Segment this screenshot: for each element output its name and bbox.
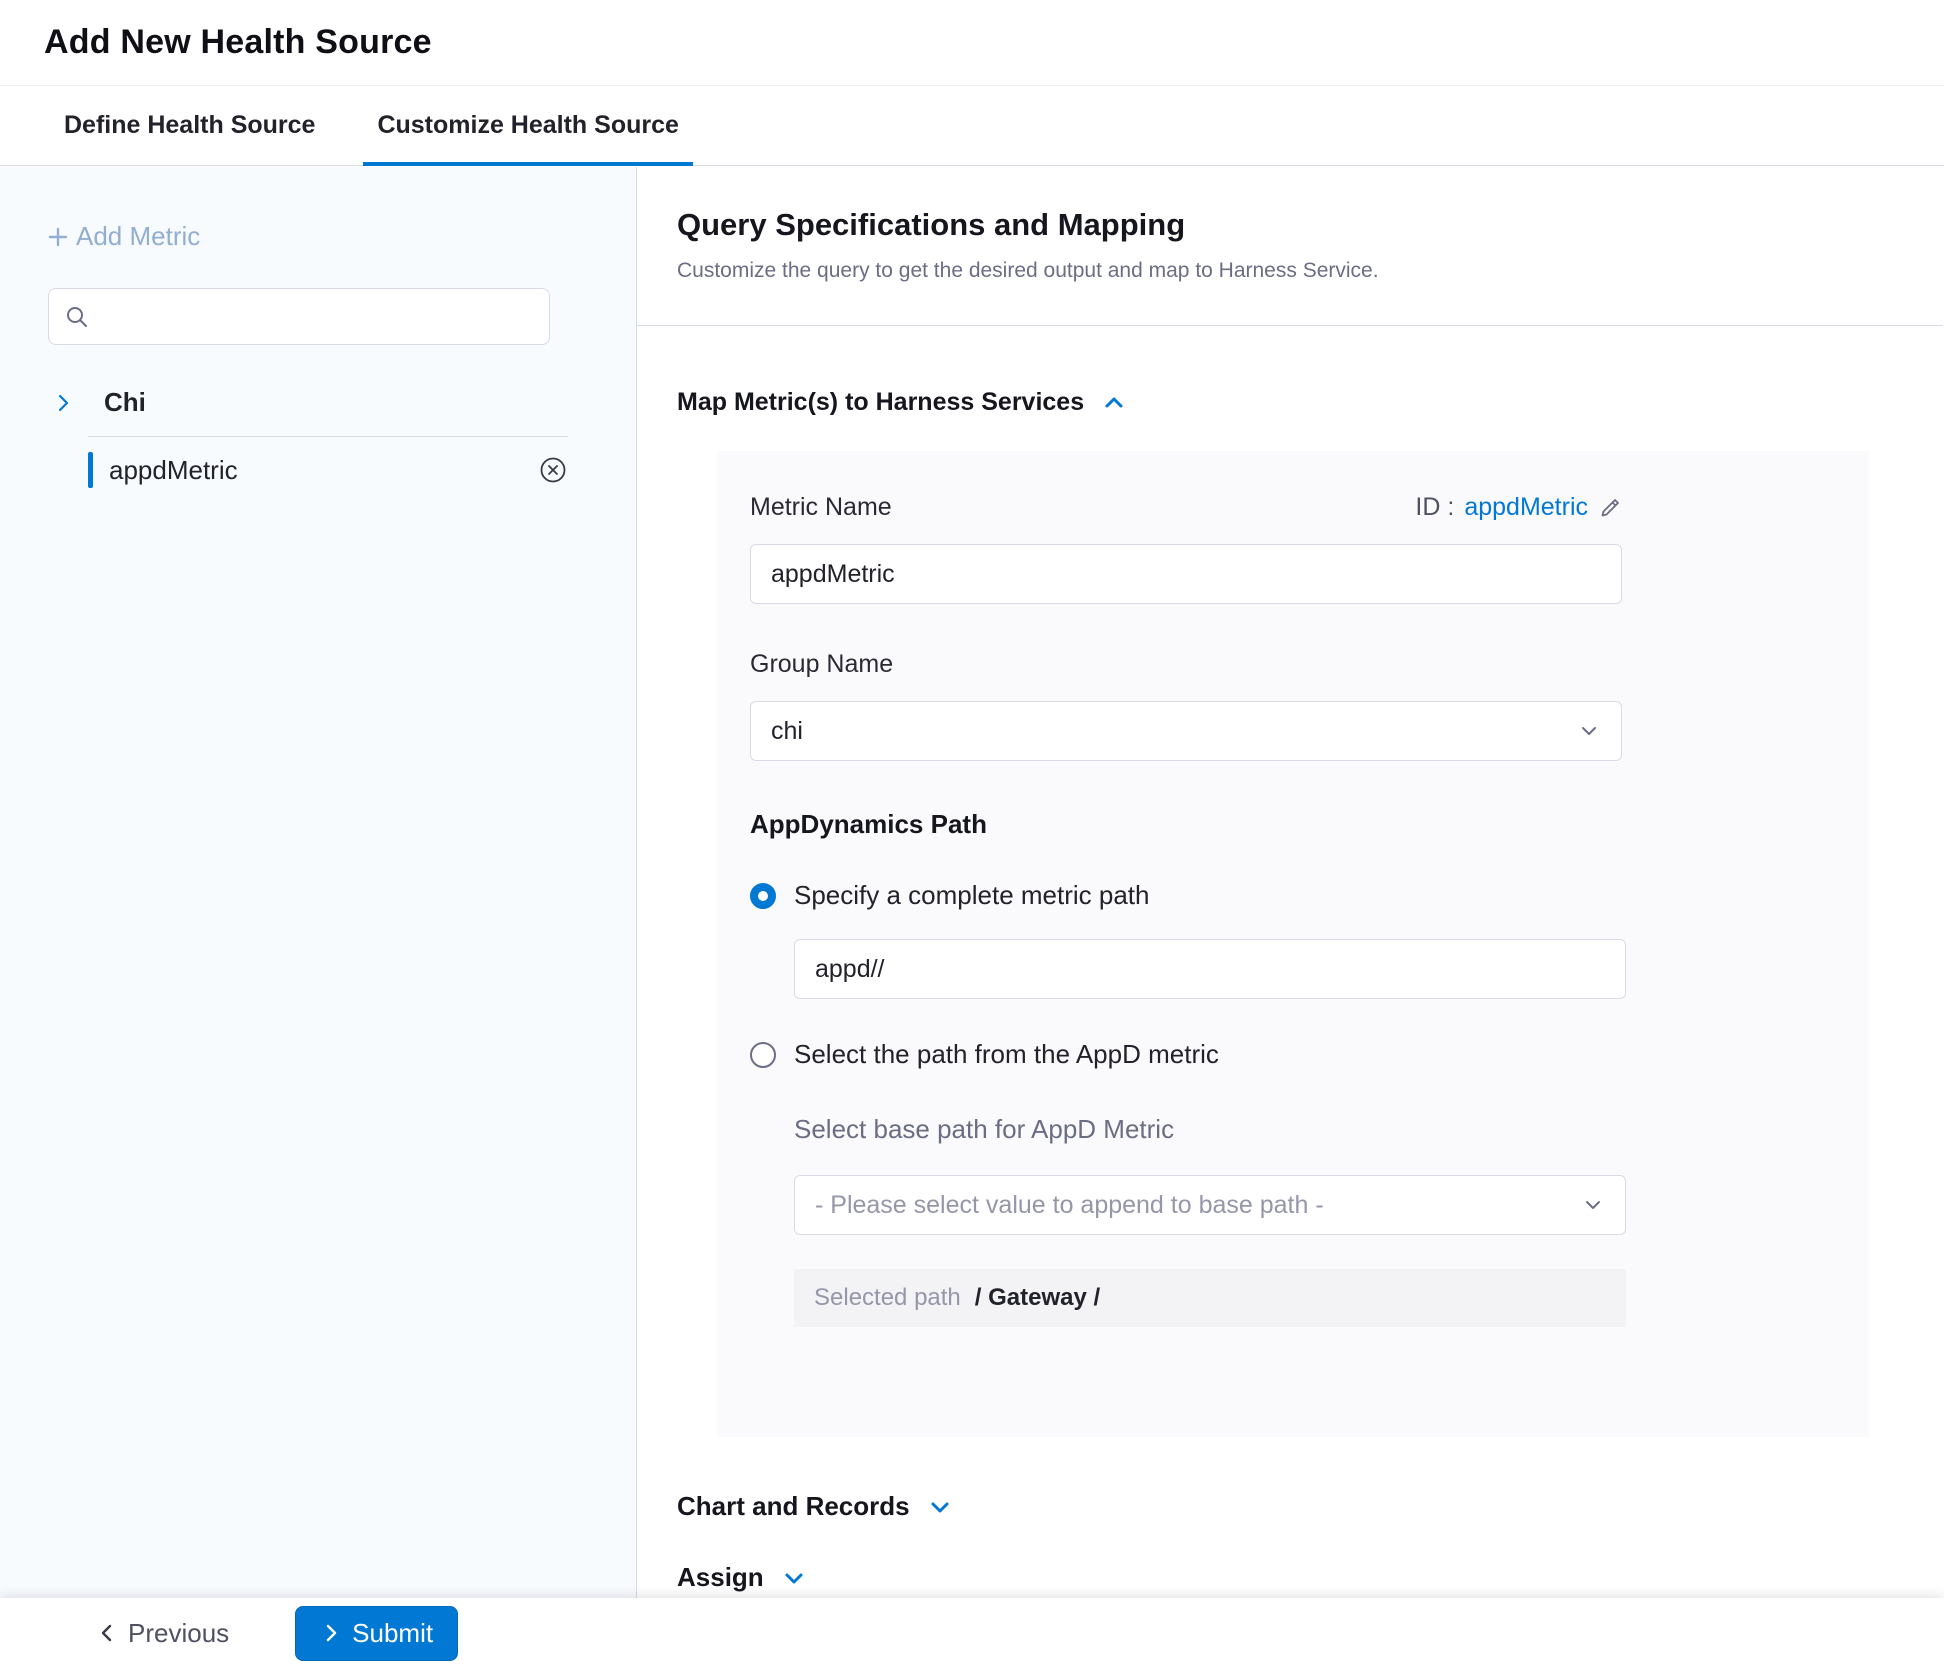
metric-name-row: Metric Name ID : appdMetric xyxy=(750,493,1622,522)
active-indicator xyxy=(88,452,93,488)
assign-toggle[interactable]: Assign xyxy=(677,1562,1944,1593)
previous-button-label: Previous xyxy=(128,1618,229,1649)
chevron-down-icon xyxy=(1581,1193,1605,1217)
chevron-down-icon xyxy=(928,1495,952,1519)
tab-bar: Define Health Source Customize Health So… xyxy=(0,86,1944,166)
metric-id-value[interactable]: appdMetric xyxy=(1464,493,1588,522)
submit-button[interactable]: Submit xyxy=(295,1606,458,1661)
group-name-label: Group Name xyxy=(750,650,1869,679)
metric-name-input[interactable] xyxy=(750,544,1622,604)
chevron-down-icon xyxy=(782,1566,806,1590)
metric-item-appdmetric[interactable]: appdMetric xyxy=(88,437,568,503)
chart-and-records-title: Chart and Records xyxy=(677,1491,910,1522)
selected-path-bar: Selected path / Gateway / xyxy=(794,1269,1626,1327)
group-name-value: chi xyxy=(771,717,803,746)
selected-path-value: / Gateway / xyxy=(975,1284,1100,1312)
delete-metric-icon[interactable] xyxy=(538,455,568,485)
query-specs-panel: Query Specifications and Mapping Customi… xyxy=(637,167,1944,1598)
appdynamics-path-heading: AppDynamics Path xyxy=(750,809,1869,840)
previous-button[interactable]: Previous xyxy=(96,1618,229,1649)
radio-selected-icon[interactable] xyxy=(750,883,776,909)
chevron-left-icon xyxy=(96,1622,118,1644)
metrics-sidebar: Add Metric Chi appdMetric xyxy=(0,167,637,1598)
base-path-placeholder: - Please select value to append to base … xyxy=(815,1191,1324,1220)
chart-and-records-toggle[interactable]: Chart and Records xyxy=(677,1491,1944,1522)
metric-search-box[interactable] xyxy=(48,288,550,345)
complete-metric-path-input[interactable] xyxy=(794,939,1626,999)
radio-unselected-icon[interactable] xyxy=(750,1042,776,1068)
metric-name-label: Metric Name xyxy=(750,493,892,522)
tab-define-health-source[interactable]: Define Health Source xyxy=(50,86,329,165)
page-title: Add New Health Source xyxy=(44,23,432,62)
dialog-footer: Previous Submit xyxy=(0,1598,1944,1668)
metric-id-prefix: ID : xyxy=(1415,493,1454,522)
search-icon xyxy=(65,305,89,329)
add-metric-button[interactable]: Add Metric xyxy=(46,221,636,252)
metric-id: ID : appdMetric xyxy=(1415,493,1622,522)
dialog-body: Add Metric Chi appdMetric xyxy=(0,167,1944,1598)
chevron-right-icon xyxy=(52,392,74,414)
tab-customize-health-source[interactable]: Customize Health Source xyxy=(363,86,692,165)
section-title: Query Specifications and Mapping xyxy=(677,207,1944,243)
map-metrics-section-title: Map Metric(s) to Harness Services xyxy=(677,388,1084,417)
plus-icon xyxy=(46,225,70,249)
radio-select-appd-path[interactable]: Select the path from the AppD metric xyxy=(750,1039,1869,1070)
metric-group-label: Chi xyxy=(104,387,146,418)
base-path-select[interactable]: - Please select value to append to base … xyxy=(794,1175,1626,1235)
dialog-header: Add New Health Source xyxy=(0,0,1944,86)
radio-select-appd-path-label: Select the path from the AppD metric xyxy=(794,1039,1219,1070)
chevron-down-icon xyxy=(1577,719,1601,743)
map-metrics-form: Metric Name ID : appdMetric Group Name c… xyxy=(717,451,1869,1437)
divider xyxy=(637,325,1943,326)
add-metric-label: Add Metric xyxy=(76,221,200,252)
assign-title: Assign xyxy=(677,1562,764,1593)
metric-item-label: appdMetric xyxy=(109,455,238,486)
submit-button-label: Submit xyxy=(352,1618,433,1649)
metric-group-chi[interactable]: Chi xyxy=(52,387,636,418)
radio-complete-metric-path-label: Specify a complete metric path xyxy=(794,880,1150,911)
section-subtitle: Customize the query to get the desired o… xyxy=(677,259,1944,283)
base-path-label: Select base path for AppD Metric xyxy=(794,1114,1869,1145)
map-metrics-section-toggle[interactable]: Map Metric(s) to Harness Services xyxy=(677,388,1944,417)
radio-complete-metric-path[interactable]: Specify a complete metric path xyxy=(750,880,1869,911)
edit-id-icon[interactable] xyxy=(1598,496,1622,520)
selected-path-label: Selected path xyxy=(814,1284,961,1312)
chevron-up-icon xyxy=(1102,391,1126,415)
chevron-right-icon xyxy=(320,1622,342,1644)
search-input[interactable] xyxy=(101,303,533,331)
group-name-select[interactable]: chi xyxy=(750,701,1622,761)
add-health-source-dialog: Add New Health Source Define Health Sour… xyxy=(0,0,1944,1668)
